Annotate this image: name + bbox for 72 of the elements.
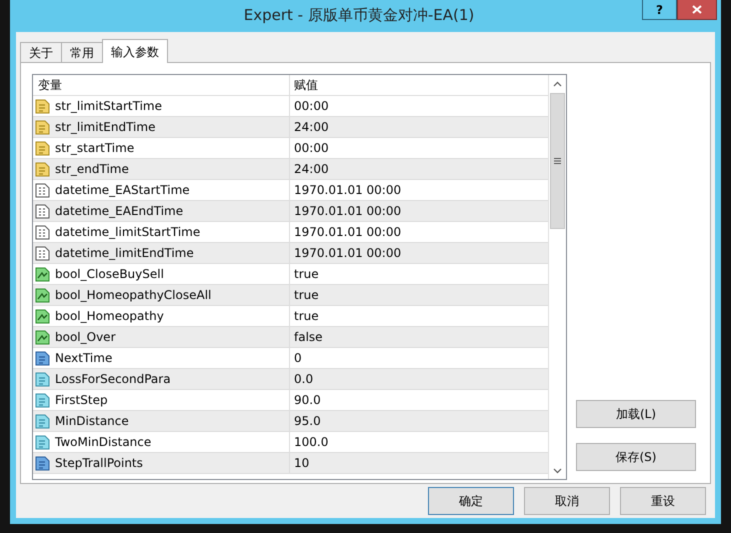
scroll-thumb[interactable]: [550, 93, 565, 229]
column-header[interactable]: 赋值: [294, 76, 318, 94]
parameter-value[interactable]: 1970.01.01 00:00: [294, 225, 402, 239]
bool-type-icon: [35, 308, 50, 324]
double-type-icon: [35, 434, 50, 450]
scrollbar[interactable]: [548, 75, 566, 479]
dialog-button[interactable]: 重设: [620, 487, 706, 515]
parameter-name: str_startTime: [55, 141, 134, 155]
side-button[interactable]: 保存(S): [576, 443, 696, 471]
parameter-name: NextTime: [55, 351, 112, 365]
parameter-name: bool_Homeopathy: [55, 309, 164, 323]
parameter-name: FirstStep: [55, 393, 108, 407]
parameter-value[interactable]: 100.0: [294, 435, 328, 449]
tab[interactable]: 关于: [20, 42, 62, 62]
parameter-value[interactable]: 10: [294, 456, 310, 470]
dialog-button[interactable]: 取消: [524, 487, 610, 515]
int-type-icon: [35, 350, 50, 366]
double-type-icon: [35, 414, 50, 428]
parameter-name: datetime_EAStartTime: [55, 183, 190, 197]
column-header[interactable]: 变量: [38, 76, 62, 94]
parameter-name: bool_CloseBuySell: [55, 267, 164, 281]
parameter-name: str_limitStartTime: [55, 99, 162, 113]
string-type-icon: [35, 120, 50, 134]
parameter-value[interactable]: true: [294, 267, 319, 281]
bool-type-icon: [35, 266, 50, 282]
scroll-up-icon[interactable]: [553, 80, 562, 86]
datetime-type-icon: [35, 224, 50, 240]
parameter-name: str_endTime: [55, 162, 129, 176]
parameter-value[interactable]: 95.0: [294, 414, 321, 428]
parameter-value[interactable]: false: [294, 330, 323, 344]
parameter-name: StepTrallPoints: [55, 456, 143, 470]
datetime-type-icon: [35, 204, 50, 218]
parameter-value[interactable]: 0.0: [294, 372, 314, 386]
parameter-value[interactable]: 00:00: [294, 99, 329, 113]
double-type-icon: [35, 392, 50, 408]
string-type-icon: [35, 162, 50, 176]
string-type-icon: [35, 98, 50, 114]
bool-type-icon: [35, 288, 50, 302]
parameter-value[interactable]: 1970.01.01 00:00: [294, 183, 402, 197]
parameter-name: LossForSecondPara: [55, 372, 171, 386]
parameter-value[interactable]: 90.0: [294, 393, 321, 407]
close-icon: [692, 5, 702, 14]
parameter-name: MinDistance: [55, 414, 129, 428]
string-type-icon: [35, 140, 50, 156]
parameter-name: datetime_limitStartTime: [55, 225, 200, 239]
parameter-name: bool_HomeopathyCloseAll: [55, 288, 212, 302]
grip-icon: [554, 158, 561, 164]
parameter-value[interactable]: 24:00: [294, 120, 329, 134]
side-button[interactable]: 加载(L): [576, 400, 696, 428]
int-type-icon: [35, 456, 50, 470]
parameter-name: datetime_limitEndTime: [55, 246, 194, 260]
parameter-value[interactable]: 24:00: [294, 162, 329, 176]
parameter-name: TwoMinDistance: [55, 435, 152, 449]
parameter-name: str_limitEndTime: [55, 120, 156, 134]
datetime-type-icon: [35, 246, 50, 260]
parameter-name: datetime_EAEndTime: [55, 204, 184, 218]
parameter-name: bool_Over: [55, 330, 116, 344]
dialog-button[interactable]: 确定: [428, 487, 514, 515]
parameter-value[interactable]: true: [294, 288, 319, 302]
window-title: Expert - 原版单币黄金对冲-EA(1): [242, 5, 476, 26]
datetime-type-icon: [35, 182, 50, 198]
scroll-down-icon[interactable]: [553, 468, 562, 474]
close-button[interactable]: [677, 0, 717, 20]
parameter-value[interactable]: 0: [294, 351, 302, 365]
parameter-value[interactable]: 1970.01.01 00:00: [294, 204, 402, 218]
parameter-value[interactable]: true: [294, 309, 319, 323]
double-type-icon: [35, 372, 50, 386]
parameter-value[interactable]: 00:00: [294, 141, 329, 155]
bool-type-icon: [35, 330, 50, 344]
parameter-value[interactable]: 1970.01.01 00:00: [294, 246, 402, 260]
help-button[interactable]: ?: [642, 0, 677, 20]
tab[interactable]: 输入参数: [102, 39, 168, 63]
